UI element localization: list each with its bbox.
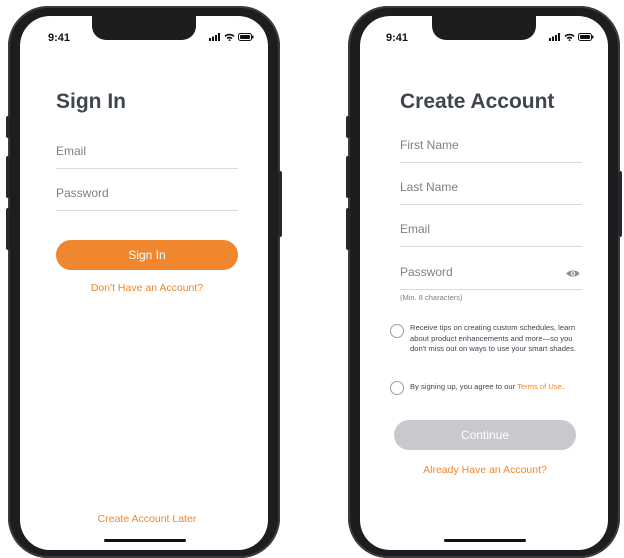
password-field[interactable]: Password [56,184,238,211]
home-indicator [444,539,526,542]
phone-create-account: 9:41 Create Account First Name Last Name… [346,6,622,558]
page-title: Create Account [400,90,555,113]
wifi-icon [224,33,235,41]
wifi-icon [564,33,575,41]
phone-sign-in: 9:41 Sign In Email Password Sign In Don'… [6,6,282,558]
power-button [278,171,282,237]
terms-suffix: . [561,382,564,391]
first-name-placeholder: First Name [400,138,459,152]
status-icons [549,33,594,41]
email-field[interactable]: Email [56,142,238,169]
status-icons [209,33,254,41]
status-time: 9:41 [386,32,409,44]
tips-checkbox[interactable] [390,324,404,338]
terms-of-use-link[interactable]: Terms of Use [517,382,562,391]
password-field[interactable]: Password [400,263,582,290]
last-name-field[interactable]: Last Name [400,178,582,205]
eye-icon[interactable] [566,269,580,278]
create-account-screen: 9:41 Create Account First Name Last Name… [360,16,608,550]
volume-up-button [346,156,350,198]
mute-switch [6,116,10,138]
no-account-link[interactable]: Don't Have an Account? [56,282,238,294]
continue-button[interactable]: Continue [394,420,576,450]
terms-checkbox[interactable] [390,381,404,395]
password-hint: (Min. 8 characters) [400,293,463,302]
email-placeholder: Email [56,144,87,158]
signal-icon [549,33,560,41]
last-name-placeholder: Last Name [400,180,459,194]
power-button [618,171,622,237]
battery-icon [578,33,594,41]
create-account-later-link[interactable]: Create Account Later [56,513,238,525]
notch [92,16,196,40]
volume-down-button [6,208,10,250]
volume-down-button [346,208,350,250]
password-placeholder: Password [56,186,109,200]
signal-icon [209,33,220,41]
tips-checkbox-text: Receive tips on creating custom schedule… [410,323,577,353]
first-name-field[interactable]: First Name [400,136,582,163]
home-indicator [104,539,186,542]
page-title: Sign In [56,90,126,113]
sign-in-button[interactable]: Sign In [56,240,238,270]
terms-text: By signing up, you agree to our Terms of… [410,382,600,393]
notch [432,16,536,40]
sign-in-screen: 9:41 Sign In Email Password Sign In Don'… [20,16,268,550]
have-account-link[interactable]: Already Have an Account? [394,464,576,476]
volume-up-button [6,156,10,198]
password-placeholder: Password [400,265,453,279]
status-time: 9:41 [48,32,71,44]
email-placeholder: Email [400,222,431,236]
battery-icon [238,33,254,41]
email-field[interactable]: Email [400,220,582,247]
terms-prefix: By signing up, you agree to our [410,382,518,391]
mute-switch [346,116,350,138]
